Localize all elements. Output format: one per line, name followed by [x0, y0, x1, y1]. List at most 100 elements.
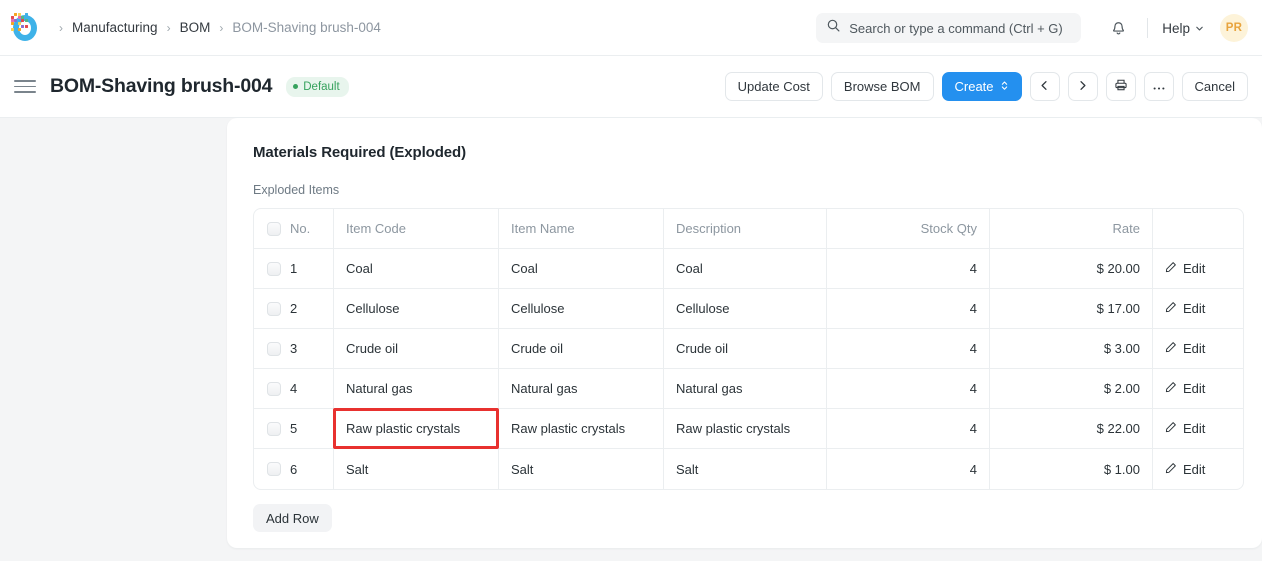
cell-description[interactable]: Crude oil	[664, 329, 827, 369]
status-badge: Default	[286, 77, 348, 97]
cell-rate[interactable]: $ 1.00	[990, 449, 1153, 489]
cell-description[interactable]: Coal	[664, 249, 827, 289]
chevron-left-icon	[1039, 79, 1050, 94]
cell-description[interactable]: Cellulose	[664, 289, 827, 329]
edit-label: Edit	[1183, 381, 1205, 396]
cell-stock-qty[interactable]: 4	[827, 329, 990, 369]
edit-row-button[interactable]: Edit	[1153, 421, 1243, 436]
navbar-right-section: Help PR	[816, 0, 1248, 56]
cell-item-code[interactable]: Raw plastic crystals	[334, 409, 499, 449]
column-header-actions	[1153, 209, 1243, 249]
chevron-down-icon	[1195, 21, 1204, 36]
hamburger-bar	[14, 91, 36, 93]
cell-stock-qty[interactable]: 4	[827, 249, 990, 289]
cell-rate[interactable]: $ 20.00	[990, 249, 1153, 289]
cell-stock-qty[interactable]: 4	[827, 289, 990, 329]
cell-no[interactable]: 3	[286, 329, 334, 369]
cell-stock-qty[interactable]: 4	[827, 409, 990, 449]
create-button[interactable]: Create	[942, 72, 1022, 101]
cell-item-code[interactable]: Coal	[334, 249, 499, 289]
pencil-icon	[1165, 381, 1177, 396]
row-checkbox[interactable]	[267, 462, 281, 476]
column-header-stock-qty: Stock Qty	[827, 209, 990, 249]
cell-rate[interactable]: $ 3.00	[990, 329, 1153, 369]
logo-dot	[11, 19, 14, 22]
cell-rate[interactable]: $ 17.00	[990, 289, 1153, 329]
row-checkbox[interactable]	[267, 342, 281, 356]
column-header-no: No.	[286, 209, 334, 249]
status-badge-label: Default	[303, 81, 339, 93]
cell-no[interactable]: 2	[286, 289, 334, 329]
browse-bom-button[interactable]: Browse BOM	[831, 72, 934, 101]
logo-dot	[18, 28, 21, 31]
edit-row-button[interactable]: Edit	[1153, 341, 1243, 356]
help-menu-button[interactable]: Help	[1162, 21, 1204, 36]
cell-rate[interactable]: $ 2.00	[990, 369, 1153, 409]
logo-dot	[21, 25, 24, 28]
cell-actions: Edit	[1153, 329, 1243, 369]
cell-item-name[interactable]: Natural gas	[499, 369, 664, 409]
cell-item-name[interactable]: Coal	[499, 249, 664, 289]
select-all-header	[254, 209, 286, 249]
cell-item-name[interactable]: Cellulose	[499, 289, 664, 329]
cell-item-code[interactable]: Cellulose	[334, 289, 499, 329]
frappe-logo-icon[interactable]	[10, 13, 40, 43]
search-input[interactable]	[849, 21, 1071, 36]
cell-description[interactable]: Raw plastic crystals	[664, 409, 827, 449]
cell-description[interactable]: Natural gas	[664, 369, 827, 409]
row-checkbox[interactable]	[267, 262, 281, 276]
row-select-cell	[254, 289, 286, 329]
table-row[interactable]: 4Natural gasNatural gasNatural gas4$ 2.0…	[254, 369, 1243, 409]
previous-record-button[interactable]	[1030, 72, 1060, 101]
row-checkbox[interactable]	[267, 302, 281, 316]
table-header-row: No. Item Code Item Name Description Stoc…	[254, 209, 1243, 249]
edit-row-button[interactable]: Edit	[1153, 381, 1243, 396]
cell-item-code[interactable]: Crude oil	[334, 329, 499, 369]
select-all-checkbox[interactable]	[267, 222, 281, 236]
more-options-button[interactable]	[1144, 72, 1174, 101]
next-record-button[interactable]	[1068, 72, 1098, 101]
print-button[interactable]	[1106, 72, 1136, 101]
cell-description[interactable]: Salt	[664, 449, 827, 489]
table-row[interactable]: 1CoalCoalCoal4$ 20.00Edit	[254, 249, 1243, 289]
table-row[interactable]: 6SaltSaltSalt4$ 1.00Edit	[254, 449, 1243, 489]
cell-item-code[interactable]: Natural gas	[334, 369, 499, 409]
cancel-button[interactable]: Cancel	[1182, 72, 1248, 101]
edit-row-button[interactable]: Edit	[1153, 261, 1243, 276]
edit-row-button[interactable]: Edit	[1153, 462, 1243, 477]
cell-item-name[interactable]: Crude oil	[499, 329, 664, 369]
table-row[interactable]: 5Raw plastic crystalsRaw plastic crystal…	[254, 409, 1243, 449]
page-title: BOM-Shaving brush-004	[50, 75, 272, 98]
cell-stock-qty[interactable]: 4	[827, 369, 990, 409]
update-cost-button[interactable]: Update Cost	[725, 72, 823, 101]
cell-item-name[interactable]: Salt	[499, 449, 664, 489]
breadcrumb-item-bom[interactable]: BOM	[180, 20, 211, 35]
cell-item-name[interactable]: Raw plastic crystals	[499, 409, 664, 449]
row-checkbox[interactable]	[267, 382, 281, 396]
row-checkbox[interactable]	[267, 422, 281, 436]
table-row[interactable]: 2CelluloseCelluloseCellulose4$ 17.00Edit	[254, 289, 1243, 329]
edit-row-button[interactable]: Edit	[1153, 301, 1243, 316]
cell-no[interactable]: 1	[286, 249, 334, 289]
breadcrumb-item-manufacturing[interactable]: Manufacturing	[72, 20, 158, 35]
cell-rate[interactable]: $ 22.00	[990, 409, 1153, 449]
cell-actions: Edit	[1153, 449, 1243, 489]
cell-no[interactable]: 5	[286, 409, 334, 449]
bell-icon[interactable]	[1103, 13, 1133, 43]
cell-no[interactable]: 6	[286, 449, 334, 489]
cell-item-code[interactable]: Salt	[334, 449, 499, 489]
column-header-description: Description	[664, 209, 827, 249]
edit-label: Edit	[1183, 462, 1205, 477]
cell-stock-qty[interactable]: 4	[827, 449, 990, 489]
hamburger-menu-icon[interactable]	[14, 80, 36, 93]
table-row[interactable]: 3Crude oilCrude oilCrude oil4$ 3.00Edit	[254, 329, 1243, 369]
avatar[interactable]: PR	[1220, 14, 1248, 42]
cell-no[interactable]: 4	[286, 369, 334, 409]
pencil-icon	[1165, 301, 1177, 316]
search-box[interactable]	[816, 13, 1081, 43]
exploded-items-label: Exploded Items	[253, 183, 1262, 197]
add-row-button[interactable]: Add Row	[253, 504, 332, 532]
breadcrumb-separator: ›	[210, 22, 232, 34]
row-select-cell	[254, 449, 286, 489]
page-header: BOM-Shaving brush-004 Default Update Cos…	[0, 56, 1262, 118]
